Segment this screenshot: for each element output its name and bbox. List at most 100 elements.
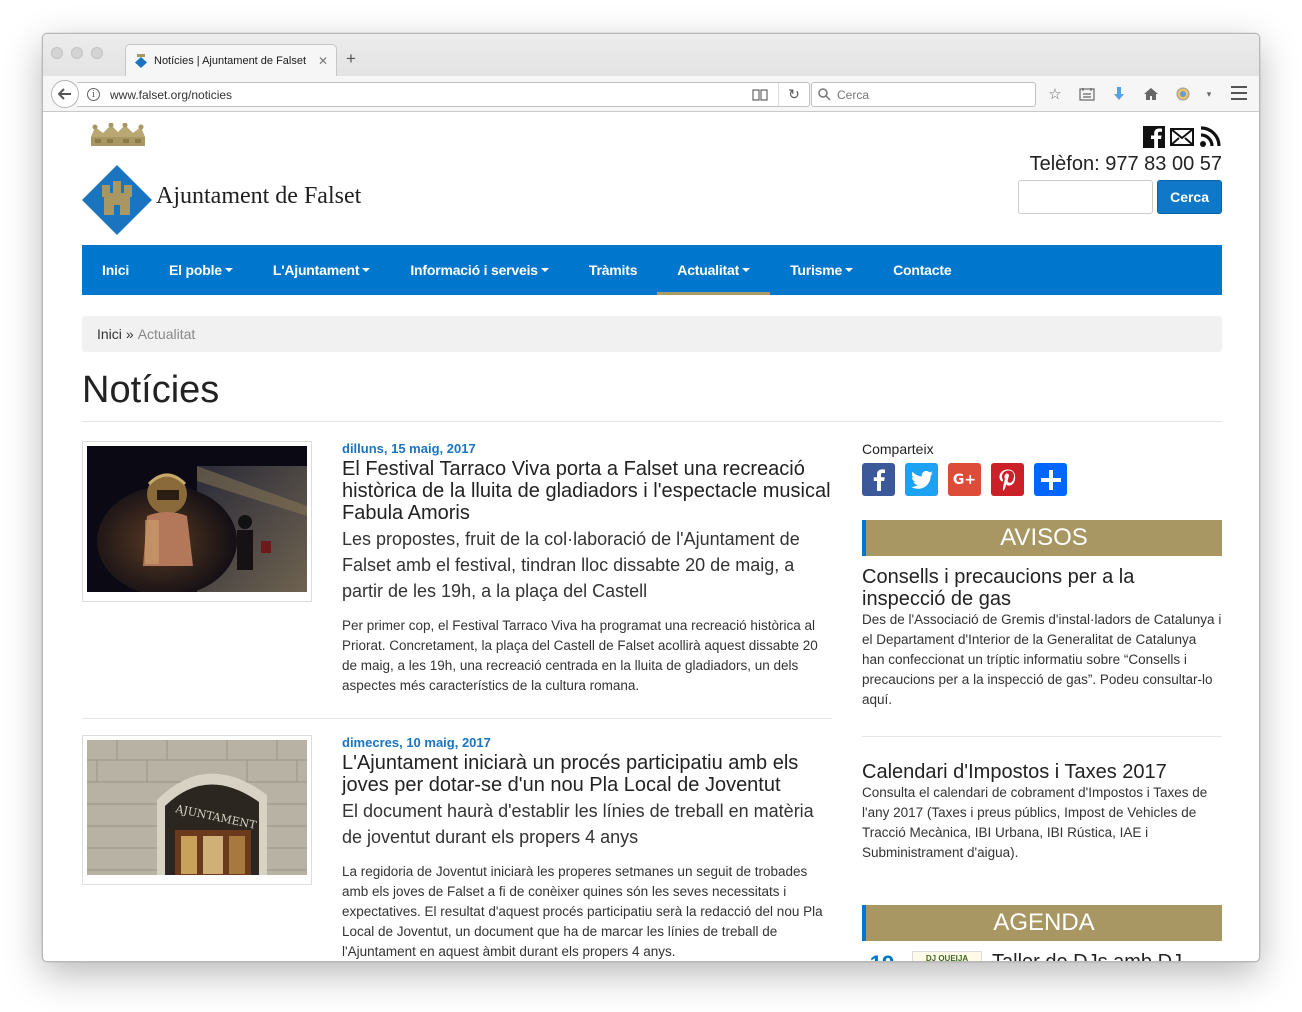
agenda-title-link[interactable]: Taller de DJs amb DJ	[992, 951, 1182, 961]
back-button[interactable]	[51, 80, 79, 108]
agenda-day: 19	[862, 951, 902, 961]
pinterest-share-button[interactable]	[991, 463, 1024, 496]
browser-window: Notícies | Ajuntament de Falset ✕ + i ww…	[42, 33, 1260, 962]
article-subtitle: Les propostes, fruit de la col·laboració…	[342, 529, 800, 601]
facebook-share-button[interactable]	[862, 463, 895, 496]
avis-title-link[interactable]: Consells i precaucions per a la inspecci…	[862, 566, 1222, 610]
mail-icon[interactable]	[1170, 125, 1194, 149]
web-page: Ajuntament de Falset Telèfon: 977 83 00 …	[43, 113, 1259, 961]
back-arrow-icon	[58, 88, 71, 100]
close-window-button[interactable]	[51, 47, 63, 59]
google-plus-icon: G+	[952, 471, 977, 488]
article-date: dilluns, 15 maig, 2017	[342, 441, 476, 456]
site-logo[interactable]: Ajuntament de Falset	[82, 123, 382, 235]
article-body: dimecres, 10 maig, 2017 L'Ajuntament ini…	[342, 735, 832, 961]
nav-item-l-ajuntament[interactable]: L'Ajuntament	[253, 245, 390, 295]
url-text[interactable]: www.falset.org/noticies	[110, 88, 742, 102]
breadcrumb-home-link[interactable]: Inici	[97, 326, 122, 342]
avisos-heading: AVISOS	[862, 520, 1222, 556]
caret-down-icon	[845, 268, 854, 272]
hamburger-menu-icon[interactable]	[1231, 86, 1247, 100]
article-title-link[interactable]: L'Ajuntament iniciarà un procés particip…	[342, 752, 832, 796]
window-controls	[51, 47, 103, 59]
google-plus-share-button[interactable]: G+	[948, 463, 981, 496]
extension-dropdown-icon[interactable]: ▾	[1205, 84, 1213, 104]
avis-title-link[interactable]: Calendari d'Impostos i Taxes 2017	[862, 761, 1222, 783]
caret-down-icon	[540, 268, 549, 272]
site-search-input[interactable]	[1018, 180, 1154, 214]
pinterest-icon	[999, 469, 1015, 491]
nav-item-label: L'Ajuntament	[272, 262, 360, 278]
news-article: AJUNTAMENT dimecres, 10 maig, 2017 L'Aju…	[82, 735, 832, 961]
navigation-toolbar: i www.falset.org/noticies ↻ Cerca ☆ ▾	[43, 76, 1259, 112]
caret-down-icon	[362, 268, 371, 272]
search-icon	[818, 88, 831, 101]
add-share-button[interactable]	[1034, 463, 1067, 496]
nav-item-actualitat[interactable]: Actualitat	[657, 245, 771, 295]
facebook-icon[interactable]	[1142, 125, 1166, 149]
site-info-icon[interactable]: i	[87, 88, 100, 101]
article-summary: La regidoria de Joventut iniciarà les pr…	[342, 864, 823, 959]
article-thumbnail[interactable]	[82, 441, 312, 602]
sidebar: Comparteix G+ AVISOS Consells i precauci…	[862, 441, 1222, 961]
breadcrumb: Inici » Actualitat	[82, 316, 1222, 352]
nav-item-label: Turisme	[790, 262, 843, 278]
browser-search-bar[interactable]: Cerca	[811, 82, 1036, 107]
coat-of-arms-icon	[82, 165, 152, 235]
share-buttons: G+	[862, 463, 1222, 496]
nav-item-label: Inici	[102, 262, 130, 278]
nav-item-el-poble[interactable]: El poble	[149, 245, 253, 295]
minimize-window-button[interactable]	[71, 47, 83, 59]
article-divider	[82, 718, 832, 719]
nav-item-inici[interactable]: Inici	[82, 245, 149, 295]
facebook-icon	[873, 468, 885, 491]
nav-item-tràmits[interactable]: Tràmits	[569, 245, 657, 295]
nav-item-contacte[interactable]: Contacte	[873, 245, 971, 295]
toolbar-icons: ☆ ▾	[1045, 84, 1213, 104]
reload-icon[interactable]: ↻	[779, 86, 809, 103]
site-search-button[interactable]: Cerca	[1157, 180, 1222, 214]
phone-number: Telèfon: 977 83 00 57	[1029, 153, 1222, 175]
tab-close-icon[interactable]: ✕	[318, 54, 328, 68]
new-tab-button[interactable]: +	[346, 49, 356, 69]
header-contact: Telèfon: 977 83 00 57 Cerca	[1018, 125, 1222, 214]
article-title-link[interactable]: El Festival Tarraco Viva porta a Falset …	[342, 458, 832, 524]
reading-list-icon[interactable]	[1077, 84, 1097, 104]
twitter-icon	[910, 470, 933, 489]
nav-item-label: Informació i serveis	[410, 262, 538, 278]
nav-item-turisme[interactable]: Turisme	[770, 245, 873, 295]
zoom-window-button[interactable]	[91, 47, 103, 59]
downloads-icon[interactable]	[1109, 84, 1129, 104]
avis-text: Des de l'Associació de Gremis d'instal·l…	[862, 612, 1222, 707]
nav-item-label: Contacte	[893, 262, 952, 278]
bookmark-star-icon[interactable]: ☆	[1045, 84, 1065, 104]
sidebar-divider	[862, 736, 1222, 737]
avis-item: Consells i precaucions per a la inspecci…	[862, 566, 1222, 710]
main-navigation: Inici El poble L'Ajuntament Informació i se…	[82, 245, 1222, 295]
title-divider	[82, 421, 1222, 422]
rss-icon[interactable]	[1198, 125, 1222, 149]
tab-bar: Notícies | Ajuntament de Falset ✕ +	[43, 34, 1259, 76]
news-article: dilluns, 15 maig, 2017 El Festival Tarra…	[82, 441, 832, 711]
page-title: Notícies	[82, 369, 220, 411]
search-placeholder: Cerca	[837, 87, 870, 102]
twitter-share-button[interactable]	[905, 463, 938, 496]
agenda-item[interactable]: 19 DJ QUEIJA Taller de DJs amb DJ	[862, 951, 1222, 961]
nav-item-label: Actualitat	[677, 262, 740, 278]
browser-tab[interactable]: Notícies | Ajuntament de Falset ✕	[125, 44, 337, 76]
site-name: Ajuntament de Falset	[156, 183, 362, 209]
crown-icon	[91, 123, 145, 146]
breadcrumb-current: Actualitat	[137, 326, 196, 342]
article-body: dilluns, 15 maig, 2017 El Festival Tarra…	[342, 441, 832, 696]
reader-view-icon[interactable]	[742, 83, 779, 106]
nav-item-informació-i-serveis[interactable]: Informació i serveis	[390, 245, 569, 295]
url-bar[interactable]: i www.falset.org/noticies ↻	[77, 82, 810, 107]
agenda-heading: AGENDA	[862, 905, 1222, 941]
plus-icon	[1040, 469, 1061, 490]
home-icon[interactable]	[1141, 84, 1161, 104]
nav-item-label: El poble	[169, 262, 222, 278]
article-thumbnail[interactable]: AJUNTAMENT	[82, 735, 312, 885]
breadcrumb-separator: »	[125, 326, 134, 342]
social-links	[1018, 125, 1222, 149]
extension-icon[interactable]	[1173, 84, 1193, 104]
